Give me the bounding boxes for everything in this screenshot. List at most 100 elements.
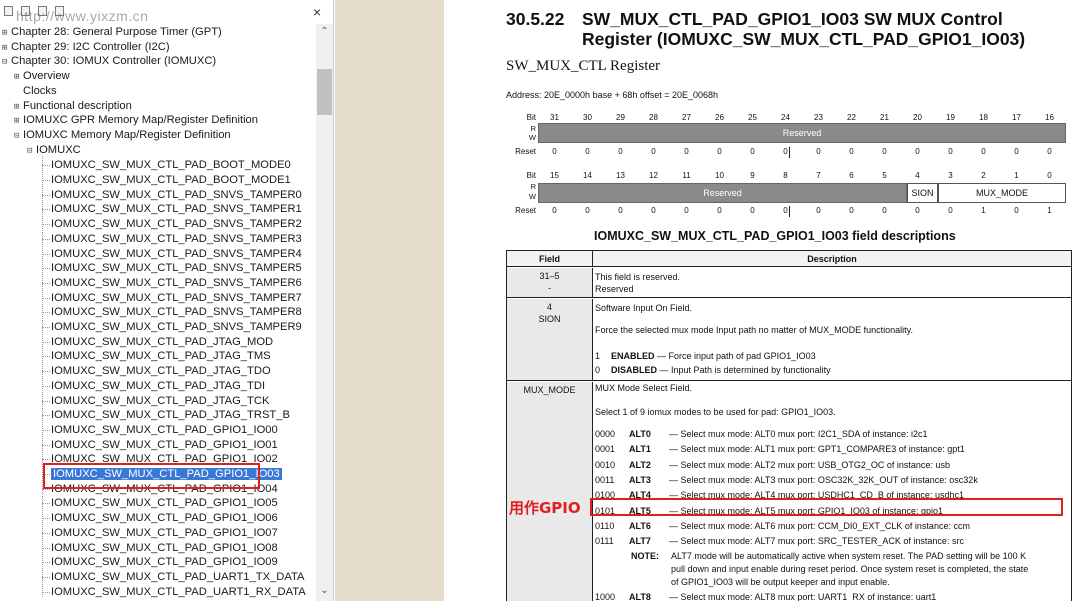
bookmarks-scrollbar[interactable]: ⌃ ⌄ xyxy=(316,24,333,601)
expand-all-icon[interactable] xyxy=(4,6,13,16)
bookmark-tree: ⊞ Chapter 28: General Purpose Timer (GPT)… xyxy=(0,24,316,601)
tree-guide-line xyxy=(42,576,50,578)
note-block: NOTE: ALT7 mode will be automatically act… xyxy=(631,550,1026,562)
tree-item-register[interactable]: IOMUXC_SW_MUX_CTL_PAD_SNVS_TAMPER1 xyxy=(51,202,302,217)
reset-value: 0 xyxy=(552,206,557,215)
reset-label: Reset xyxy=(515,147,536,156)
tree-item-register[interactable]: IOMUXC_SW_MUX_CTL_PAD_SNVS_TAMPER3 xyxy=(51,232,302,247)
expand-toggle-icon[interactable]: ⊞ xyxy=(14,100,23,115)
tree-item-register[interactable]: IOMUXC_SW_MUX_CTL_PAD_GPIO1_IO05 xyxy=(51,496,278,511)
expand-toggle-icon[interactable]: ⊞ xyxy=(14,114,23,129)
tree-item[interactable]: ⊞ IOMUXC GPR Memory Map/Register Definiti… xyxy=(14,113,258,128)
bit-number: 0 xyxy=(1047,171,1052,180)
tree-item-label: IOMUXC_SW_MUX_CTL_PAD_SNVS_TAMPER8 xyxy=(51,306,302,319)
tree-item-label: IOMUXC xyxy=(36,143,81,156)
tree-item-label: IOMUXC_SW_MUX_CTL_PAD_JTAG_MOD xyxy=(51,335,274,348)
tree-guide-line xyxy=(42,356,50,358)
reset-value: 0 xyxy=(651,206,656,215)
tree-item-label: IOMUXC GPR Memory Map/Register Definitio… xyxy=(23,114,258,127)
mux-option-alt1: 0001 ALT1— Select mux mode: ALT1 mux port… xyxy=(595,444,965,455)
tree-item[interactable]: ⊞ Chapter 28: General Purpose Timer (GPT) xyxy=(2,25,222,40)
tree-item-register[interactable]: IOMUXC_SW_MUX_CTL_PAD_GPIO1_IO00 xyxy=(51,423,278,438)
tree-item-register[interactable]: IOMUXC_SW_MUX_CTL_PAD_JTAG_TCK xyxy=(51,394,269,409)
reset-value: 0 xyxy=(750,206,755,215)
expand-toggle-icon[interactable]: ⊞ xyxy=(2,26,11,41)
tree-item-register[interactable]: IOMUXC_SW_MUX_CTL_PAD_SNVS_TAMPER0 xyxy=(51,188,302,203)
mux-option-alt8: 1000 ALT8— Select mux mode: ALT8 mux port… xyxy=(595,592,937,601)
tree-item-register[interactable]: IOMUXC_SW_MUX_CTL_PAD_GPIO1_IO09 xyxy=(51,555,278,570)
tree-item-register[interactable]: IOMUXC_SW_MUX_CTL_PAD_GPIO1_IO01 xyxy=(51,438,278,453)
reset-value: 0 xyxy=(882,147,887,156)
expand-toggle-icon[interactable]: ⊞ xyxy=(14,70,23,85)
field-name: SION xyxy=(538,314,561,324)
tree-item-register[interactable]: IOMUXC_SW_MUX_CTL_PAD_JTAG_TDO xyxy=(51,364,271,379)
collapse-toggle-icon[interactable]: ⊟ xyxy=(2,55,11,70)
expand-toggle-icon[interactable]: ⊞ xyxy=(2,41,11,56)
scroll-down-icon[interactable]: ⌄ xyxy=(316,585,333,597)
tree-guide-line xyxy=(42,297,50,299)
tree-item-register[interactable]: IOMUXC_SW_MUX_CTL_PAD_JTAG_TRST_B xyxy=(51,408,290,423)
tree-item-register[interactable]: IOMUXC_SW_MUX_CTL_PAD_SNVS_TAMPER8 xyxy=(51,305,302,320)
pane-splitter[interactable] xyxy=(335,0,444,601)
tree-item[interactable]: ⊞ Functional description xyxy=(14,99,132,114)
enum-enabled: 1 ENABLED — Force input path of pad GPIO1… xyxy=(595,351,816,361)
w-label: W xyxy=(528,133,536,142)
description-line: Software Input On Field. xyxy=(595,303,693,313)
tree-item-register[interactable]: IOMUXC_SW_MUX_CTL_PAD_BOOT_MODE0 xyxy=(51,158,291,173)
table-row-reserved: 31–5 - This field is reserved. Reserved xyxy=(507,268,1071,298)
tree-item-register[interactable]: IOMUXC_SW_MUX_CTL_PAD_SNVS_TAMPER9 xyxy=(51,320,302,335)
tree-item-register[interactable]: IOMUXC_SW_MUX_CTL_PAD_SNVS_TAMPER2 xyxy=(51,217,302,232)
bookmarks-toolbar: http://www.yixzm.cn × xyxy=(0,0,333,24)
tree-item-register[interactable]: IOMUXC_SW_MUX_CTL_PAD_UART1_TX_DATA xyxy=(51,570,304,585)
section-title-line2: Register (IOMUXC_SW_MUX_CTL_PAD_GPIO1_IO… xyxy=(582,29,1026,49)
tree-item-register[interactable]: IOMUXC_SW_MUX_CTL_PAD_BOOT_MODE1 xyxy=(51,173,291,188)
section-number: 30.5.22 xyxy=(506,9,565,29)
reset-value: 0 xyxy=(948,206,953,215)
tree-guide-line xyxy=(42,209,50,211)
tree-item-register[interactable]: IOMUXC_SW_MUX_CTL_PAD_SNVS_TAMPER6 xyxy=(51,276,302,291)
tree-item-label: IOMUXC Memory Map/Register Definition xyxy=(23,128,231,141)
tree-guide-line xyxy=(42,591,50,593)
tree-item-register[interactable]: IOMUXC_SW_MUX_CTL_PAD_JTAG_TMS xyxy=(51,349,271,364)
tree-item-register[interactable]: IOMUXC_SW_MUX_CTL_PAD_SNVS_TAMPER4 xyxy=(51,247,302,262)
tree-item[interactable]: ⊞ Overview xyxy=(14,69,70,84)
bit-label: Bit xyxy=(526,171,536,180)
r-label: R xyxy=(530,124,536,133)
tree-item-label: IOMUXC_SW_MUX_CTL_PAD_GPIO1_IO08 xyxy=(51,541,278,554)
tree-item-label: IOMUXC_SW_MUX_CTL_PAD_SNVS_TAMPER7 xyxy=(51,291,302,304)
sion-field: SION xyxy=(907,183,938,203)
tree-item[interactable]: ⊞ Chapter 29: I2C Controller (I2C) xyxy=(2,40,170,55)
tree-item[interactable]: ⊟ Chapter 30: IOMUX Controller (IOMUXC) xyxy=(2,54,216,69)
collapse-toggle-icon[interactable]: ⊟ xyxy=(27,144,36,159)
collapse-toggle-icon[interactable]: ⊟ xyxy=(14,129,23,144)
tree-guide-line xyxy=(42,400,50,402)
tree-item-register[interactable]: IOMUXC_SW_MUX_CTL_PAD_JTAG_TDI xyxy=(51,379,265,394)
reserved-field-high: Reserved xyxy=(538,123,1066,143)
tree-item-label: IOMUXC_SW_MUX_CTL_PAD_GPIO1_IO07 xyxy=(51,526,278,539)
reset-value: 1 xyxy=(981,206,986,215)
selection-highlight-box xyxy=(43,463,260,489)
description-line: This field is reserved. xyxy=(595,272,681,282)
tree-guide-line xyxy=(42,180,50,181)
tree-item-label: Clocks xyxy=(23,84,57,97)
tree-item-register[interactable]: IOMUXC_SW_MUX_CTL_PAD_GPIO1_IO06 xyxy=(51,511,278,526)
tree-item[interactable]: Clocks xyxy=(14,84,57,99)
tree-guide-line xyxy=(42,518,50,520)
description-line: Force the selected mux mode Input path n… xyxy=(595,325,913,335)
scrollbar-thumb[interactable] xyxy=(317,69,332,115)
tree-item[interactable]: ⊟ IOMUXC Memory Map/Register Definition xyxy=(14,128,231,143)
tree-item-register[interactable]: IOMUXC_SW_MUX_CTL_PAD_GPIO1_IO08 xyxy=(51,541,278,556)
tree-item-register[interactable]: IOMUXC_SW_MUX_CTL_PAD_SNVS_TAMPER7 xyxy=(51,291,302,306)
tree-item-register[interactable]: IOMUXC_SW_MUX_CTL_PAD_GPIO1_IO07 xyxy=(51,526,278,541)
tree-guide-line xyxy=(42,282,50,284)
tree-item-register[interactable]: IOMUXC_SW_MUX_CTL_PAD_JTAG_MOD xyxy=(51,335,273,350)
scroll-up-icon[interactable]: ⌃ xyxy=(316,26,333,38)
field-cell: 31–5 - xyxy=(507,268,593,297)
tree-item-register[interactable]: IOMUXC_SW_MUX_CTL_PAD_UART1_RX_DATA xyxy=(51,585,306,600)
tree-item-label: IOMUXC_SW_MUX_CTL_PAD_SNVS_TAMPER0 xyxy=(51,188,302,201)
tree-item-register[interactable]: IOMUXC_SW_MUX_CTL_PAD_SNVS_TAMPER5 xyxy=(51,261,302,276)
tree-item[interactable]: ⊟ IOMUXC xyxy=(27,143,81,158)
reset-value: 0 xyxy=(684,206,689,215)
field-cell: 4 SION xyxy=(507,299,593,380)
close-pane-button[interactable]: × xyxy=(313,4,321,20)
